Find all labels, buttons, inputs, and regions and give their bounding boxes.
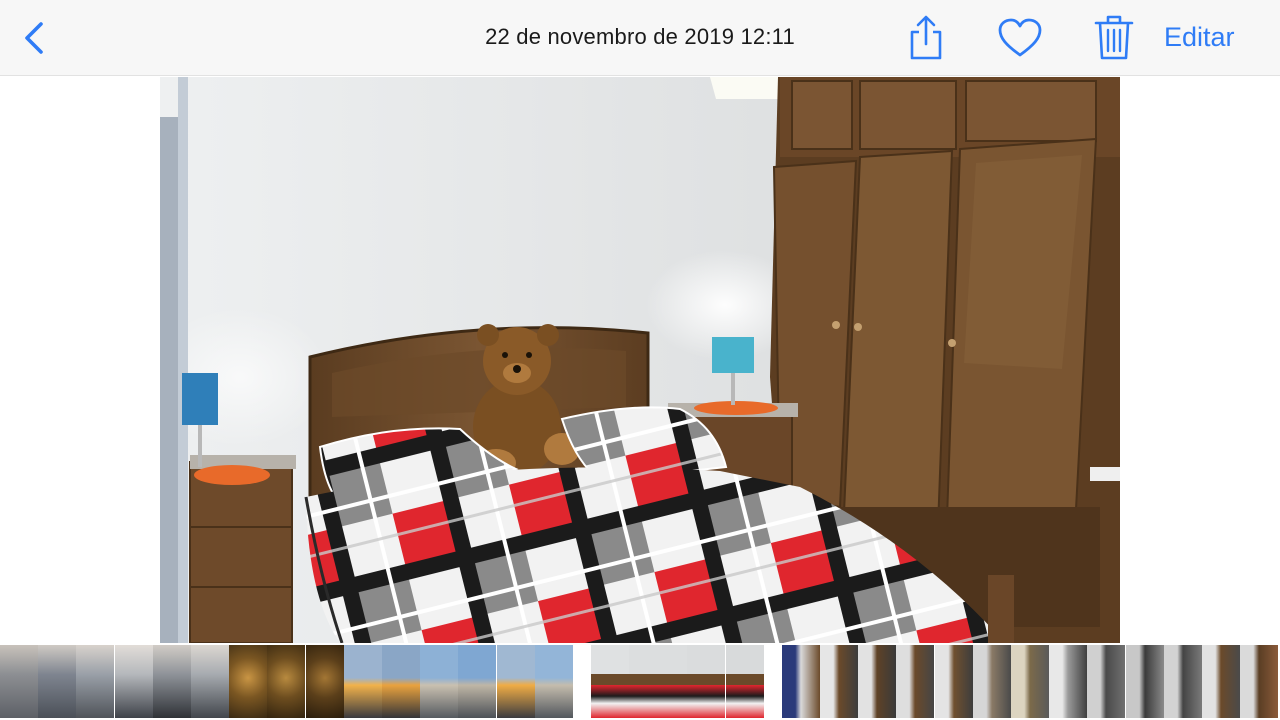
thumbnail-room[interactable]	[858, 645, 897, 718]
thumbnail-bed[interactable]	[629, 645, 688, 718]
trash-icon	[1094, 15, 1134, 60]
thumbnail-room[interactable]	[1087, 645, 1126, 718]
share-button[interactable]	[904, 14, 948, 62]
thumbnail-beach[interactable]	[420, 645, 459, 718]
thumbnail-room[interactable]	[781, 645, 820, 718]
thumbnail-gold[interactable]	[305, 645, 344, 718]
thumbnail-bed[interactable]	[725, 645, 764, 718]
thumbnail-sunset[interactable]	[343, 645, 382, 718]
thumbnail-crowd[interactable]	[191, 645, 229, 718]
edit-button[interactable]: Editar	[1164, 22, 1235, 53]
favorite-button[interactable]	[996, 16, 1044, 60]
thumbnail-sunset[interactable]	[496, 645, 535, 718]
chevron-left-icon	[25, 22, 43, 54]
thumbnail-room[interactable]	[1240, 645, 1279, 718]
thumbnail-bed[interactable]	[687, 645, 726, 718]
share-icon	[910, 15, 942, 60]
thumbnail-room[interactable]	[1049, 645, 1088, 718]
thumbnail-room[interactable]	[1163, 645, 1202, 718]
bedroom-photo	[160, 77, 1120, 643]
photo-viewer[interactable]	[160, 77, 1120, 643]
thumbnail-beach[interactable]	[458, 645, 497, 718]
thumbnail-room[interactable]	[934, 645, 973, 718]
thumbnail-bed[interactable]	[591, 645, 629, 718]
delete-button[interactable]	[1092, 12, 1136, 62]
photo-date-title: 22 de novembro de 2019 12:11	[485, 24, 795, 49]
thumbnail-gold[interactable]	[267, 645, 306, 718]
heart-icon	[998, 18, 1042, 57]
thumbnail-room[interactable]	[896, 645, 935, 718]
thumbnail-sunset[interactable]	[382, 645, 420, 718]
thumbnail-strip[interactable]	[0, 643, 1280, 720]
thumbnail-gold[interactable]	[229, 645, 268, 718]
back-button[interactable]	[14, 18, 54, 58]
navigation-bar: 22 de novembro de 2019 12:11 Editar	[0, 0, 1280, 76]
thumbnail-room[interactable]	[1011, 645, 1049, 718]
thumbnail-room[interactable]	[1202, 645, 1240, 718]
thumbnail-crowd[interactable]	[0, 645, 38, 718]
thumbnail-crowd[interactable]	[38, 645, 77, 718]
thumbnail-room[interactable]	[1125, 645, 1164, 718]
thumbnail-crowd[interactable]	[114, 645, 153, 718]
thumbnail-room[interactable]	[972, 645, 1011, 718]
thumbnail-room[interactable]	[820, 645, 858, 718]
thumbnail-crowd[interactable]	[76, 645, 115, 718]
thumbnail-beach[interactable]	[534, 645, 573, 718]
thumbnail-crowd[interactable]	[152, 645, 191, 718]
